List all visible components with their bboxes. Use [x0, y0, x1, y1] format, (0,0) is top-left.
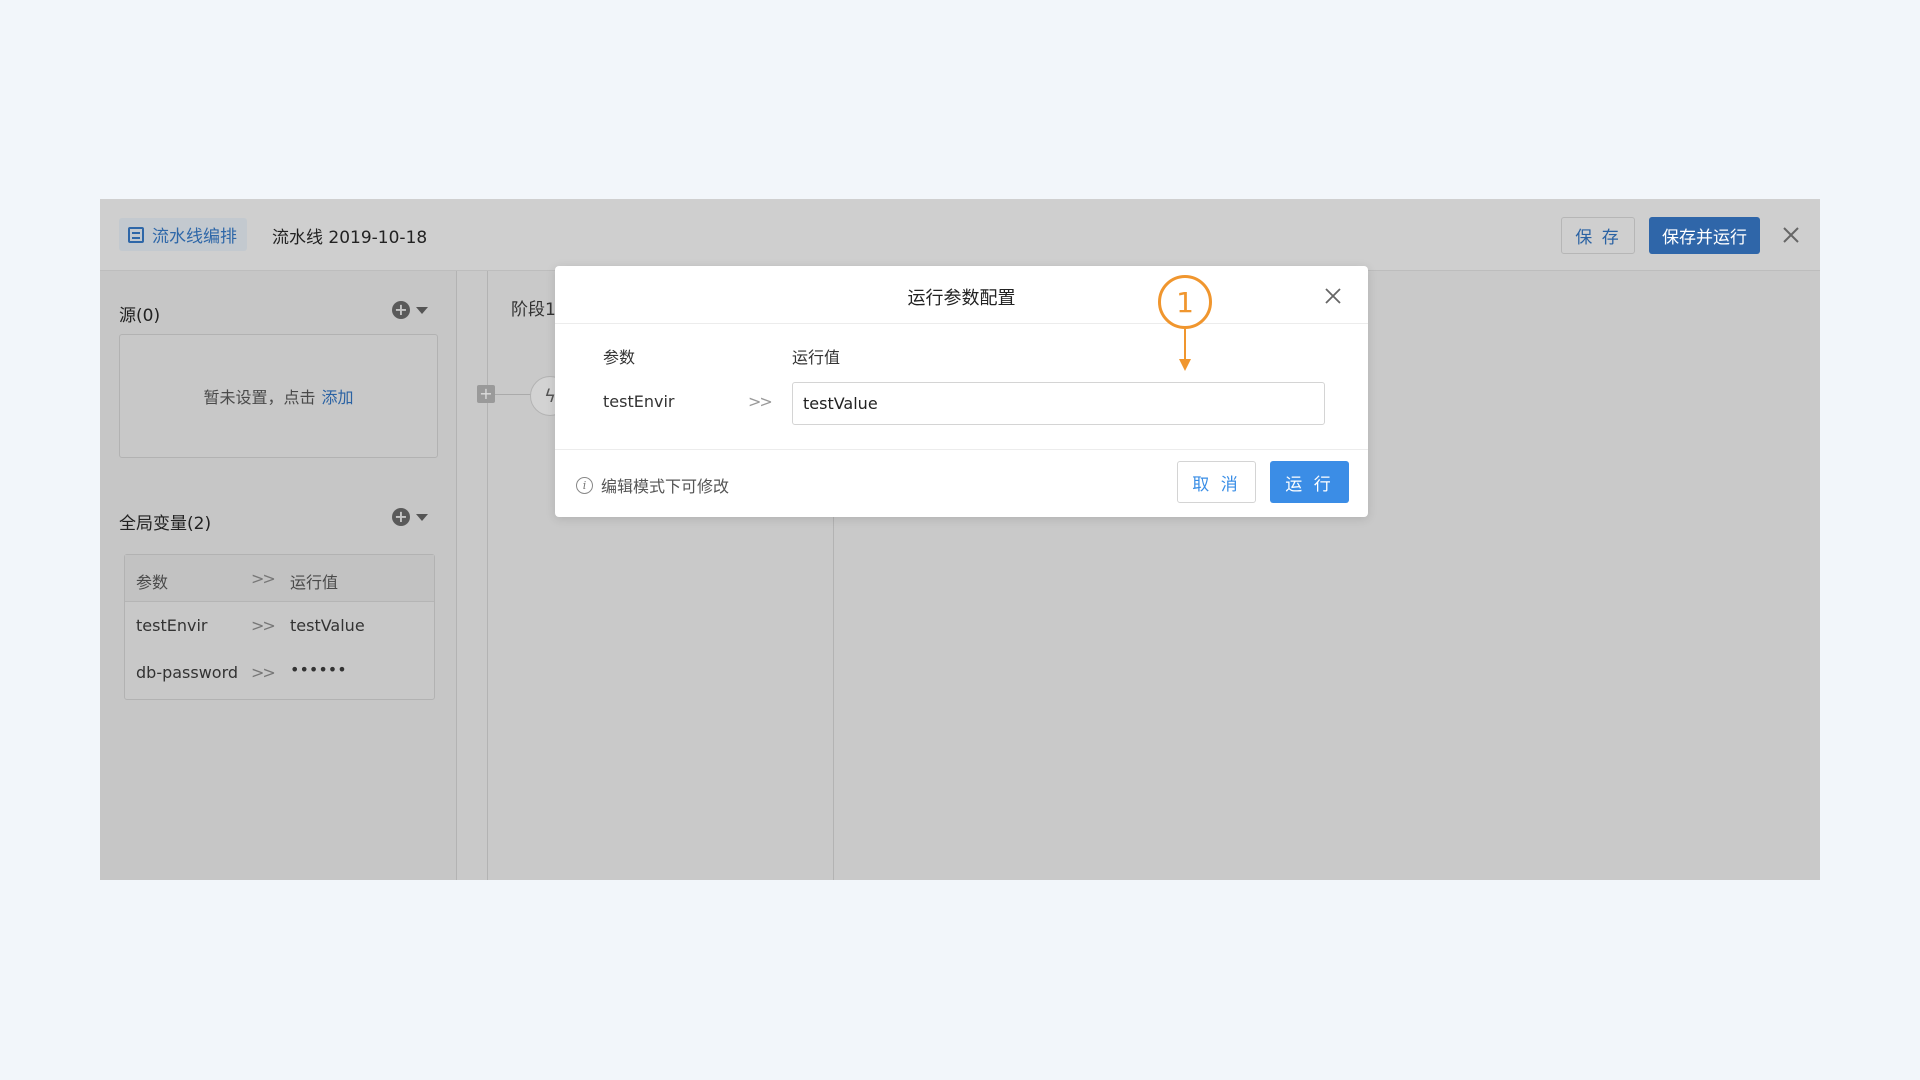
- add-source-icon[interactable]: +: [392, 301, 410, 319]
- left-panel: 源(0) + 暂未设置，点击 添加 全局变量(2) + 参数 >> 运行值 te…: [100, 271, 457, 880]
- var-name: db-password: [136, 663, 239, 682]
- modal-title: 运行参数配置: [907, 288, 1016, 309]
- stage-title: 阶段1: [511, 300, 556, 320]
- empty-text: 暂未设置，点击: [203, 388, 316, 407]
- save-button[interactable]: 保 存: [1561, 217, 1635, 254]
- separator: >>: [748, 392, 773, 411]
- header-value: 运行值: [290, 573, 339, 592]
- annotation-number: 1: [1158, 275, 1212, 329]
- close-icon[interactable]: [1781, 225, 1801, 245]
- stage-connector: [495, 394, 535, 395]
- stage-divider: [487, 271, 488, 880]
- table-row: testEnvir >> testValue: [125, 602, 434, 649]
- var-value: ••••••: [290, 660, 347, 679]
- arrow-down-icon: [1179, 359, 1191, 371]
- cancel-button[interactable]: 取 消: [1177, 461, 1256, 503]
- close-icon[interactable]: [1323, 286, 1343, 306]
- var-name: testEnvir: [136, 616, 208, 635]
- vars-table: 参数 >> 运行值 testEnvir >> testValue db-pass…: [124, 554, 435, 700]
- annotation-line: [1184, 329, 1186, 361]
- col-value: 运行值: [792, 348, 841, 367]
- info-icon: i: [576, 476, 593, 494]
- vars-tools: +: [392, 508, 428, 526]
- add-var-icon[interactable]: +: [392, 508, 410, 526]
- annotation-marker: 1: [1158, 275, 1212, 375]
- add-link[interactable]: 添加: [322, 384, 354, 408]
- separator: >>: [251, 616, 276, 635]
- col-param: 参数: [603, 348, 636, 367]
- source-empty-box: 暂未设置，点击 添加: [119, 334, 438, 458]
- window-header: 流水线编排 流水线 2019-10-18 保 存 保存并运行: [100, 199, 1820, 271]
- vars-title: 全局变量(2): [119, 514, 212, 534]
- param-value-input[interactable]: [792, 382, 1325, 425]
- modal-divider: [555, 449, 1368, 450]
- table-header: 参数 >> 运行值: [125, 555, 434, 602]
- source-tools: +: [392, 301, 428, 319]
- add-stage-icon[interactable]: +: [477, 385, 495, 403]
- pipeline-icon: [128, 226, 144, 243]
- source-title: 源(0): [119, 306, 161, 326]
- modal-divider: [555, 323, 1368, 324]
- info-hint: i 编辑模式下可修改: [576, 473, 729, 497]
- badge-label: 流水线编排: [152, 227, 237, 247]
- info-text: 编辑模式下可修改: [601, 477, 730, 496]
- separator: >>: [251, 663, 276, 682]
- var-value: testValue: [290, 616, 365, 635]
- chevron-down-icon[interactable]: [416, 513, 428, 521]
- table-row: db-password >> ••••••: [125, 649, 434, 696]
- save-and-run-button[interactable]: 保存并运行: [1649, 217, 1760, 254]
- run-button[interactable]: 运 行: [1270, 461, 1349, 503]
- separator: >>: [251, 569, 276, 588]
- param-name: testEnvir: [603, 392, 675, 411]
- chevron-down-icon[interactable]: [416, 306, 428, 314]
- window-title: 流水线 2019-10-18: [272, 228, 428, 248]
- run-params-modal: 运行参数配置 参数 运行值 testEnvir >> i 编辑模式下可修改 取 …: [555, 266, 1368, 517]
- header-param: 参数: [136, 573, 169, 592]
- pipeline-badge: 流水线编排: [119, 218, 247, 251]
